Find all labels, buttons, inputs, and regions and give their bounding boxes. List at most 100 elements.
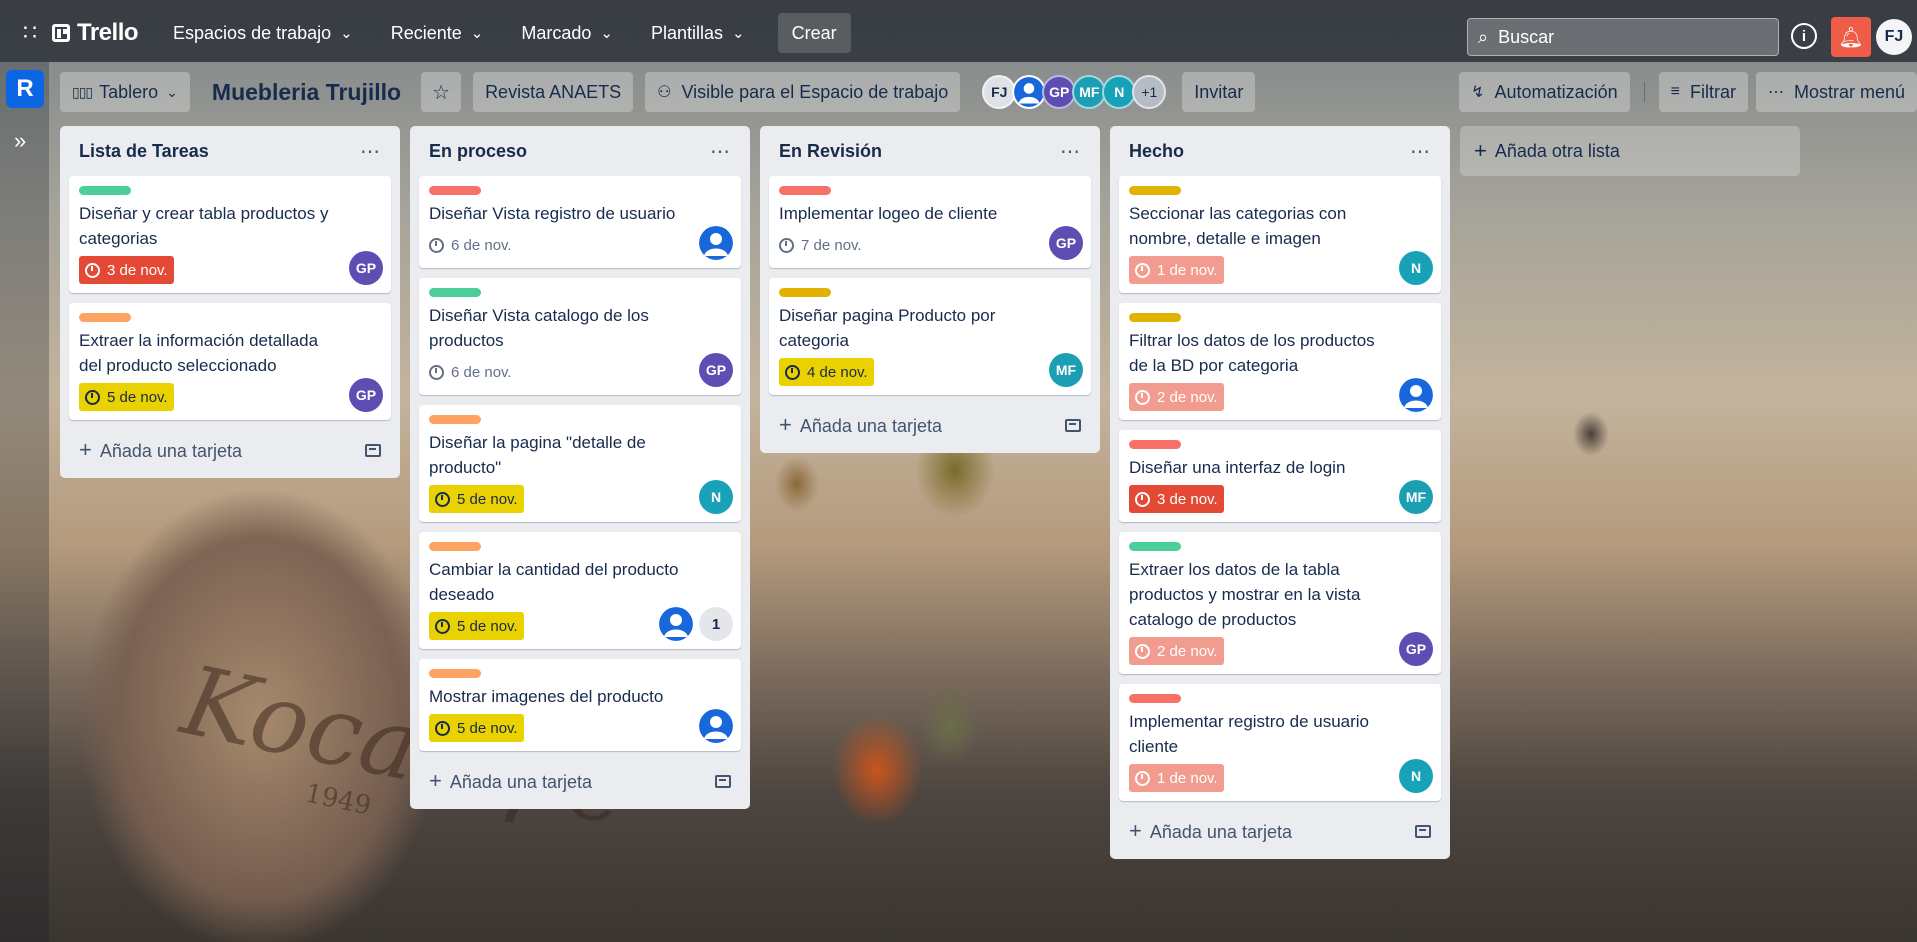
list-title[interactable]: En proceso [429,141,527,162]
create-button[interactable]: Crear [777,13,851,53]
card[interactable]: Filtrar los datos de los productos de la… [1119,303,1441,420]
due-date-badge[interactable]: 3 de nov. [79,256,174,284]
card[interactable]: Seccionar las categorias con nombre, det… [1119,176,1441,293]
list-menu-icon[interactable]: ⋯ [1060,139,1081,164]
card-member-avatar[interactable]: N [1399,251,1433,285]
add-list-button[interactable]: + Añada otra lista [1460,126,1800,176]
due-date-badge[interactable]: 4 de nov. [779,358,874,386]
card[interactable]: Diseñar y crear tabla productos y catego… [69,176,391,293]
workspace-badge[interactable]: R [6,70,44,108]
automation-button[interactable]: ↯ Automatización [1459,72,1630,112]
card-member-avatar-default[interactable] [659,607,693,641]
due-date-badge[interactable]: 2 de nov. [1129,383,1224,411]
add-card-button[interactable]: + Añada una tarjeta [419,761,741,801]
user-avatar[interactable]: FJ [1876,19,1912,55]
search-input[interactable]: ⌕ Buscar [1467,18,1779,56]
card-label[interactable] [1129,542,1181,551]
app-switcher-icon[interactable]: ∷ [10,13,50,53]
card[interactable]: Extraer los datos de la tabla productos … [1119,532,1441,674]
card-label[interactable] [779,288,831,297]
card-member-avatar[interactable]: GP [349,378,383,412]
list-menu-icon[interactable]: ⋯ [360,139,381,164]
due-date-badge[interactable]: 3 de nov. [1129,485,1224,513]
card[interactable]: Diseñar una interfaz de login 3 de nov. … [1119,430,1441,522]
add-card-button[interactable]: + Añada una tarjeta [769,405,1091,445]
card-label[interactable] [1129,313,1181,322]
card[interactable]: Cambiar la cantidad del producto deseado… [419,532,741,649]
add-card-button[interactable]: + Añada una tarjeta [1119,811,1441,851]
card-member-avatar[interactable]: MF [1049,353,1083,387]
list-title[interactable]: Lista de Tareas [79,141,209,162]
due-date-badge[interactable]: 1 de nov. [1129,256,1224,284]
list-title[interactable]: Hecho [1129,141,1184,162]
card-member-avatar-default[interactable] [1399,378,1433,412]
star-board-button[interactable]: ☆ [421,72,462,112]
nav-starred[interactable]: Marcado ⌄ [508,13,626,53]
create-from-template-icon[interactable] [715,774,731,788]
extra-members-count[interactable]: +1 [1132,75,1167,109]
card-label[interactable] [779,186,831,195]
notifications-bell-icon[interactable]: 🔔︎ [1831,17,1871,57]
list-menu-icon[interactable]: ⋯ [1410,139,1431,164]
view-switcher-button[interactable]: ▯▯▯ Tablero ⌄ [60,72,190,112]
due-date-badge[interactable]: 5 de nov. [79,383,174,411]
list-header[interactable]: En proceso ⋯ [419,126,741,176]
due-date-badge[interactable]: 6 de nov. [429,231,518,259]
card-label[interactable] [1129,186,1181,195]
card[interactable]: Diseñar Vista registro de usuario 6 de n… [419,176,741,268]
list-header[interactable]: En Revisión ⋯ [769,126,1091,176]
list-header[interactable]: Lista de Tareas ⋯ [69,126,391,176]
card-label[interactable] [1129,694,1181,703]
nav-recent[interactable]: Reciente ⌄ [378,13,497,53]
card-member-avatar[interactable]: GP [1399,632,1433,666]
member-avatar-default[interactable] [1012,75,1047,109]
trello-logo[interactable]: Trello [52,19,139,47]
card[interactable]: Implementar registro de usuario cliente … [1119,684,1441,801]
card-label[interactable] [429,186,481,195]
due-date-badge[interactable]: 7 de nov. [779,231,868,259]
member-avatar[interactable]: GP [1042,75,1077,109]
card-label[interactable] [429,288,481,297]
nav-templates[interactable]: Plantillas ⌄ [638,13,758,53]
member-avatar[interactable]: N [1102,75,1137,109]
due-date-badge[interactable]: 6 de nov. [429,358,518,386]
filter-button[interactable]: ≡ Filtrar [1658,72,1748,112]
card-member-avatar[interactable]: N [1399,759,1433,793]
card[interactable]: Extraer la información detallada del pro… [69,303,391,420]
card-member-avatar[interactable]: GP [699,353,733,387]
member-avatar[interactable]: FJ [982,75,1017,109]
card[interactable]: Diseñar Vista catalogo de los productos … [419,278,741,395]
card-member-avatar-default[interactable] [699,709,733,743]
list-menu-icon[interactable]: ⋯ [710,139,731,164]
invite-button[interactable]: Invitar [1182,72,1256,112]
due-date-badge[interactable]: 5 de nov. [429,485,524,513]
card[interactable]: Implementar logeo de cliente 7 de nov. G… [769,176,1091,268]
card[interactable]: Diseñar pagina Producto por categoria 4 … [769,278,1091,395]
card-member-avatar[interactable]: MF [1399,480,1433,514]
member-avatar[interactable]: MF [1072,75,1107,109]
card-member-avatar-default[interactable] [699,226,733,260]
card[interactable]: Mostrar imagenes del producto 5 de nov. [419,659,741,751]
comment-count-badge[interactable]: 1 [699,607,733,641]
card-label[interactable] [429,669,481,678]
due-date-badge[interactable]: 2 de nov. [1129,637,1224,665]
card-label[interactable] [429,542,481,551]
due-date-badge[interactable]: 5 de nov. [429,714,524,742]
visibility-button[interactable]: ⚇ Visible para el Espacio de trabajo [645,72,961,112]
list-title[interactable]: En Revisión [779,141,882,162]
create-from-template-icon[interactable] [365,443,381,457]
due-date-badge[interactable]: 1 de nov. [1129,764,1224,792]
card-label[interactable] [429,415,481,424]
add-card-button[interactable]: + Añada una tarjeta [69,430,391,470]
due-date-badge[interactable]: 5 de nov. [429,612,524,640]
nav-workspaces[interactable]: Espacios de trabajo ⌄ [160,13,366,53]
card-member-avatar[interactable]: N [699,480,733,514]
expand-sidebar-icon[interactable]: » [14,128,26,154]
create-from-template-icon[interactable] [1065,418,1081,432]
card[interactable]: Diseñar la pagina "detalle de producto" … [419,405,741,522]
show-menu-button[interactable]: ⋯ Mostrar menú [1755,72,1917,112]
info-icon[interactable]: i [1791,23,1817,49]
create-from-template-icon[interactable] [1415,824,1431,838]
list-header[interactable]: Hecho ⋯ [1119,126,1441,176]
card-member-avatar[interactable]: GP [349,251,383,285]
